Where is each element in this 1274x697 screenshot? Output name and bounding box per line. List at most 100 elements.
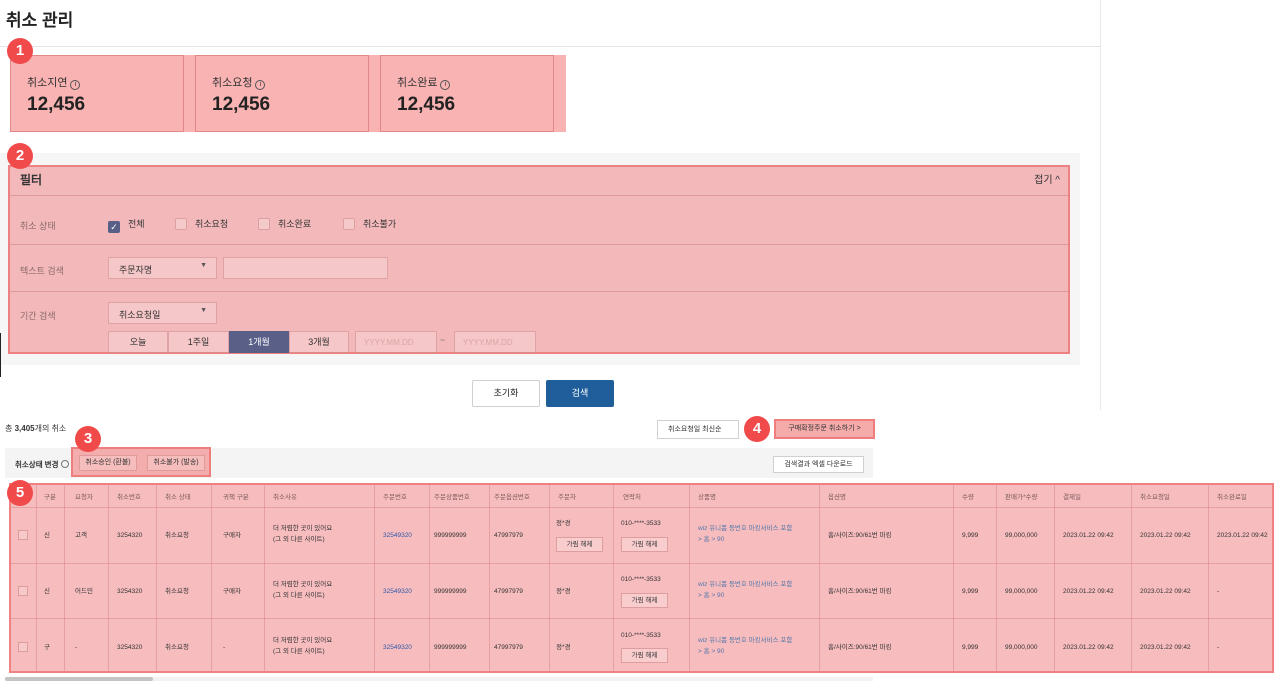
checkbox-checked-icon: ✓ <box>108 221 120 233</box>
unmask-orderer-button[interactable]: 가림 해제 <box>556 537 603 552</box>
date-range-separator: ~ <box>440 335 446 345</box>
column-header[interactable]: 취소완료일 <box>1217 491 1247 501</box>
total-prefix: 총 <box>5 424 15 433</box>
period-chip-today[interactable]: 오늘 <box>108 331 168 353</box>
info-icon[interactable]: i <box>440 80 451 90</box>
text-search-input[interactable] <box>223 257 388 279</box>
cell-status: 취소요청 <box>165 532 189 539</box>
stat-label-wrap: 취소요청 i <box>212 74 266 90</box>
horizontal-scrollbar-thumb[interactable] <box>5 677 153 681</box>
total-suffix: 개의 취소 <box>34 424 67 433</box>
reject-cancel-button[interactable]: 취소불가 (발송) <box>147 455 205 471</box>
info-icon[interactable]: i <box>70 80 81 90</box>
column-header[interactable]: 취소 상태 <box>165 491 191 501</box>
column-header[interactable]: 연락처 <box>623 491 641 501</box>
info-icon[interactable]: i <box>255 80 266 90</box>
filter-row-divider <box>10 291 1068 292</box>
column-divider <box>549 485 550 671</box>
unmask-phone-button[interactable]: 가림 해제 <box>621 537 668 552</box>
stats-highlight: 취소지연 i 12,456 취소요청 i 12,456 취소완료 i 12,456 <box>10 55 566 132</box>
annotation-badge-3: 3 <box>75 426 101 452</box>
column-header[interactable]: 옵션명 <box>828 491 846 501</box>
stat-card-completed[interactable]: 취소완료 i 12,456 <box>380 55 554 132</box>
cell-orderer: 정*경 <box>556 644 571 651</box>
cell-reason-detail: (그 외 다른 사이트) <box>273 536 325 543</box>
column-header[interactable]: 판매가*수량 <box>1005 491 1037 501</box>
annotation-badge-4: 4 <box>744 416 770 442</box>
start-date-input[interactable]: YYYY.MM.DD <box>355 331 437 353</box>
cell-complete-date: - <box>1217 644 1220 651</box>
cell-product-order-no: 999999999 <box>434 588 467 595</box>
annotation-badge-5: 5 <box>7 480 33 506</box>
cell-paid-date: 2023.01.22 09:42 <box>1063 532 1114 539</box>
stat-label: 취소요청 <box>212 77 253 89</box>
stat-card-delayed[interactable]: 취소지연 i 12,456 <box>10 55 184 132</box>
column-header[interactable]: 상품명 <box>698 491 716 501</box>
excel-download-button[interactable]: 검색결과 엑셀 다운로드 <box>773 456 864 473</box>
period-chip-3months[interactable]: 3개월 <box>289 331 349 353</box>
column-header[interactable]: 수량 <box>962 491 974 501</box>
period-type-select[interactable]: 취소요청일 ▼ <box>108 302 217 324</box>
column-divider <box>211 485 212 671</box>
unmask-phone-button[interactable]: 가림 해제 <box>621 648 668 663</box>
cell-product-path: > 홈 > 90 <box>698 592 725 599</box>
status-checkbox-all[interactable]: ✓ 전체 <box>108 217 145 233</box>
column-header[interactable]: 주문상품번호 <box>434 491 470 501</box>
unmask-phone-button[interactable]: 가림 해제 <box>621 593 668 608</box>
info-icon[interactable] <box>60 460 69 468</box>
cell-phone: 010-****-3533 <box>621 632 661 639</box>
row-checkbox[interactable] <box>18 586 28 596</box>
column-header[interactable]: 주문자 <box>558 491 576 501</box>
column-divider <box>996 485 997 671</box>
column-header[interactable]: 주문번호 <box>383 491 407 501</box>
stat-value: 12,456 <box>397 94 456 115</box>
cell-paid-date: 2023.01.22 09:42 <box>1063 588 1114 595</box>
column-header[interactable]: 주문옵션번호 <box>494 491 530 501</box>
column-header[interactable]: 취소번호 <box>117 491 141 501</box>
cell-product-path: > 홈 > 90 <box>698 536 725 543</box>
status-checkbox-rejected[interactable]: 취소불가 <box>343 217 396 230</box>
search-button[interactable]: 검색 <box>546 380 614 407</box>
total-count-text: 총 3,405개의 취소 <box>5 423 66 434</box>
column-header[interactable]: 취소사유 <box>273 491 297 501</box>
cell-fault: 구매자 <box>223 532 241 539</box>
column-header[interactable]: 요청자 <box>75 491 93 501</box>
cell-product-link[interactable]: wiz 유니폼 등번호 마킹서비스 포함 <box>698 636 792 646</box>
cell-complete-date: 2023.01.22 09:42 <box>1217 532 1268 539</box>
checkbox-label: 취소불가 <box>363 219 397 229</box>
filter-title: 필터 <box>20 173 43 187</box>
period-chip-month[interactable]: 1개월 <box>229 331 289 353</box>
cell-reason: 더 저렴한 곳이 있어요 <box>273 581 333 588</box>
stat-card-requested[interactable]: 취소요청 i 12,456 <box>195 55 369 132</box>
cell-order-no-link[interactable]: 32549320 <box>383 531 412 541</box>
period-chip-week[interactable]: 1주일 <box>168 331 229 353</box>
status-change-label: 취소상태 변경 <box>15 459 69 470</box>
row-checkbox[interactable] <box>18 642 28 652</box>
cell-phone: 010-****-3533 <box>621 520 661 527</box>
reset-button[interactable]: 초기화 <box>472 380 540 407</box>
fold-toggle[interactable]: 접기 ^ <box>1034 171 1060 186</box>
cell-requester: 어드민 <box>75 588 93 595</box>
stat-value: 12,456 <box>212 94 271 115</box>
cancel-confirmed-orders-button[interactable]: 구매확정주문 취소하기 > <box>774 419 875 439</box>
status-checkbox-requested[interactable]: 취소요청 <box>175 217 228 230</box>
cell-product-link[interactable]: wiz 유니폼 등번호 마킹서비스 포함 <box>698 524 792 534</box>
column-header[interactable]: 구분 <box>44 491 56 501</box>
approve-cancel-button[interactable]: 취소승인 (환불) <box>79 455 137 471</box>
column-header[interactable]: 귀책 구분 <box>223 491 249 501</box>
annotation-badge-2: 2 <box>7 143 33 169</box>
cell-request-date: 2023.01.22 09:42 <box>1140 588 1191 595</box>
cell-product-link[interactable]: wiz 유니폼 등번호 마킹서비스 포함 <box>698 580 792 590</box>
page-title: 취소 관리 <box>6 11 74 30</box>
column-header[interactable]: 취소요청일 <box>1140 491 1170 501</box>
cell-order-no-link[interactable]: 32549320 <box>383 643 412 653</box>
sort-select[interactable]: 취소요청일 최신순 <box>657 420 739 439</box>
column-header[interactable]: 결제일 <box>1063 491 1081 501</box>
text-search-select[interactable]: 주문자명 ▼ <box>108 257 217 279</box>
end-date-input[interactable]: YYYY.MM.DD <box>454 331 536 353</box>
cell-reason-detail: (그 외 다른 사이트) <box>273 592 325 599</box>
cell-option-order-no: 47997979 <box>494 532 523 539</box>
status-checkbox-completed[interactable]: 취소완료 <box>258 217 311 230</box>
cell-order-no-link[interactable]: 32549320 <box>383 587 412 597</box>
row-checkbox[interactable] <box>18 530 28 540</box>
